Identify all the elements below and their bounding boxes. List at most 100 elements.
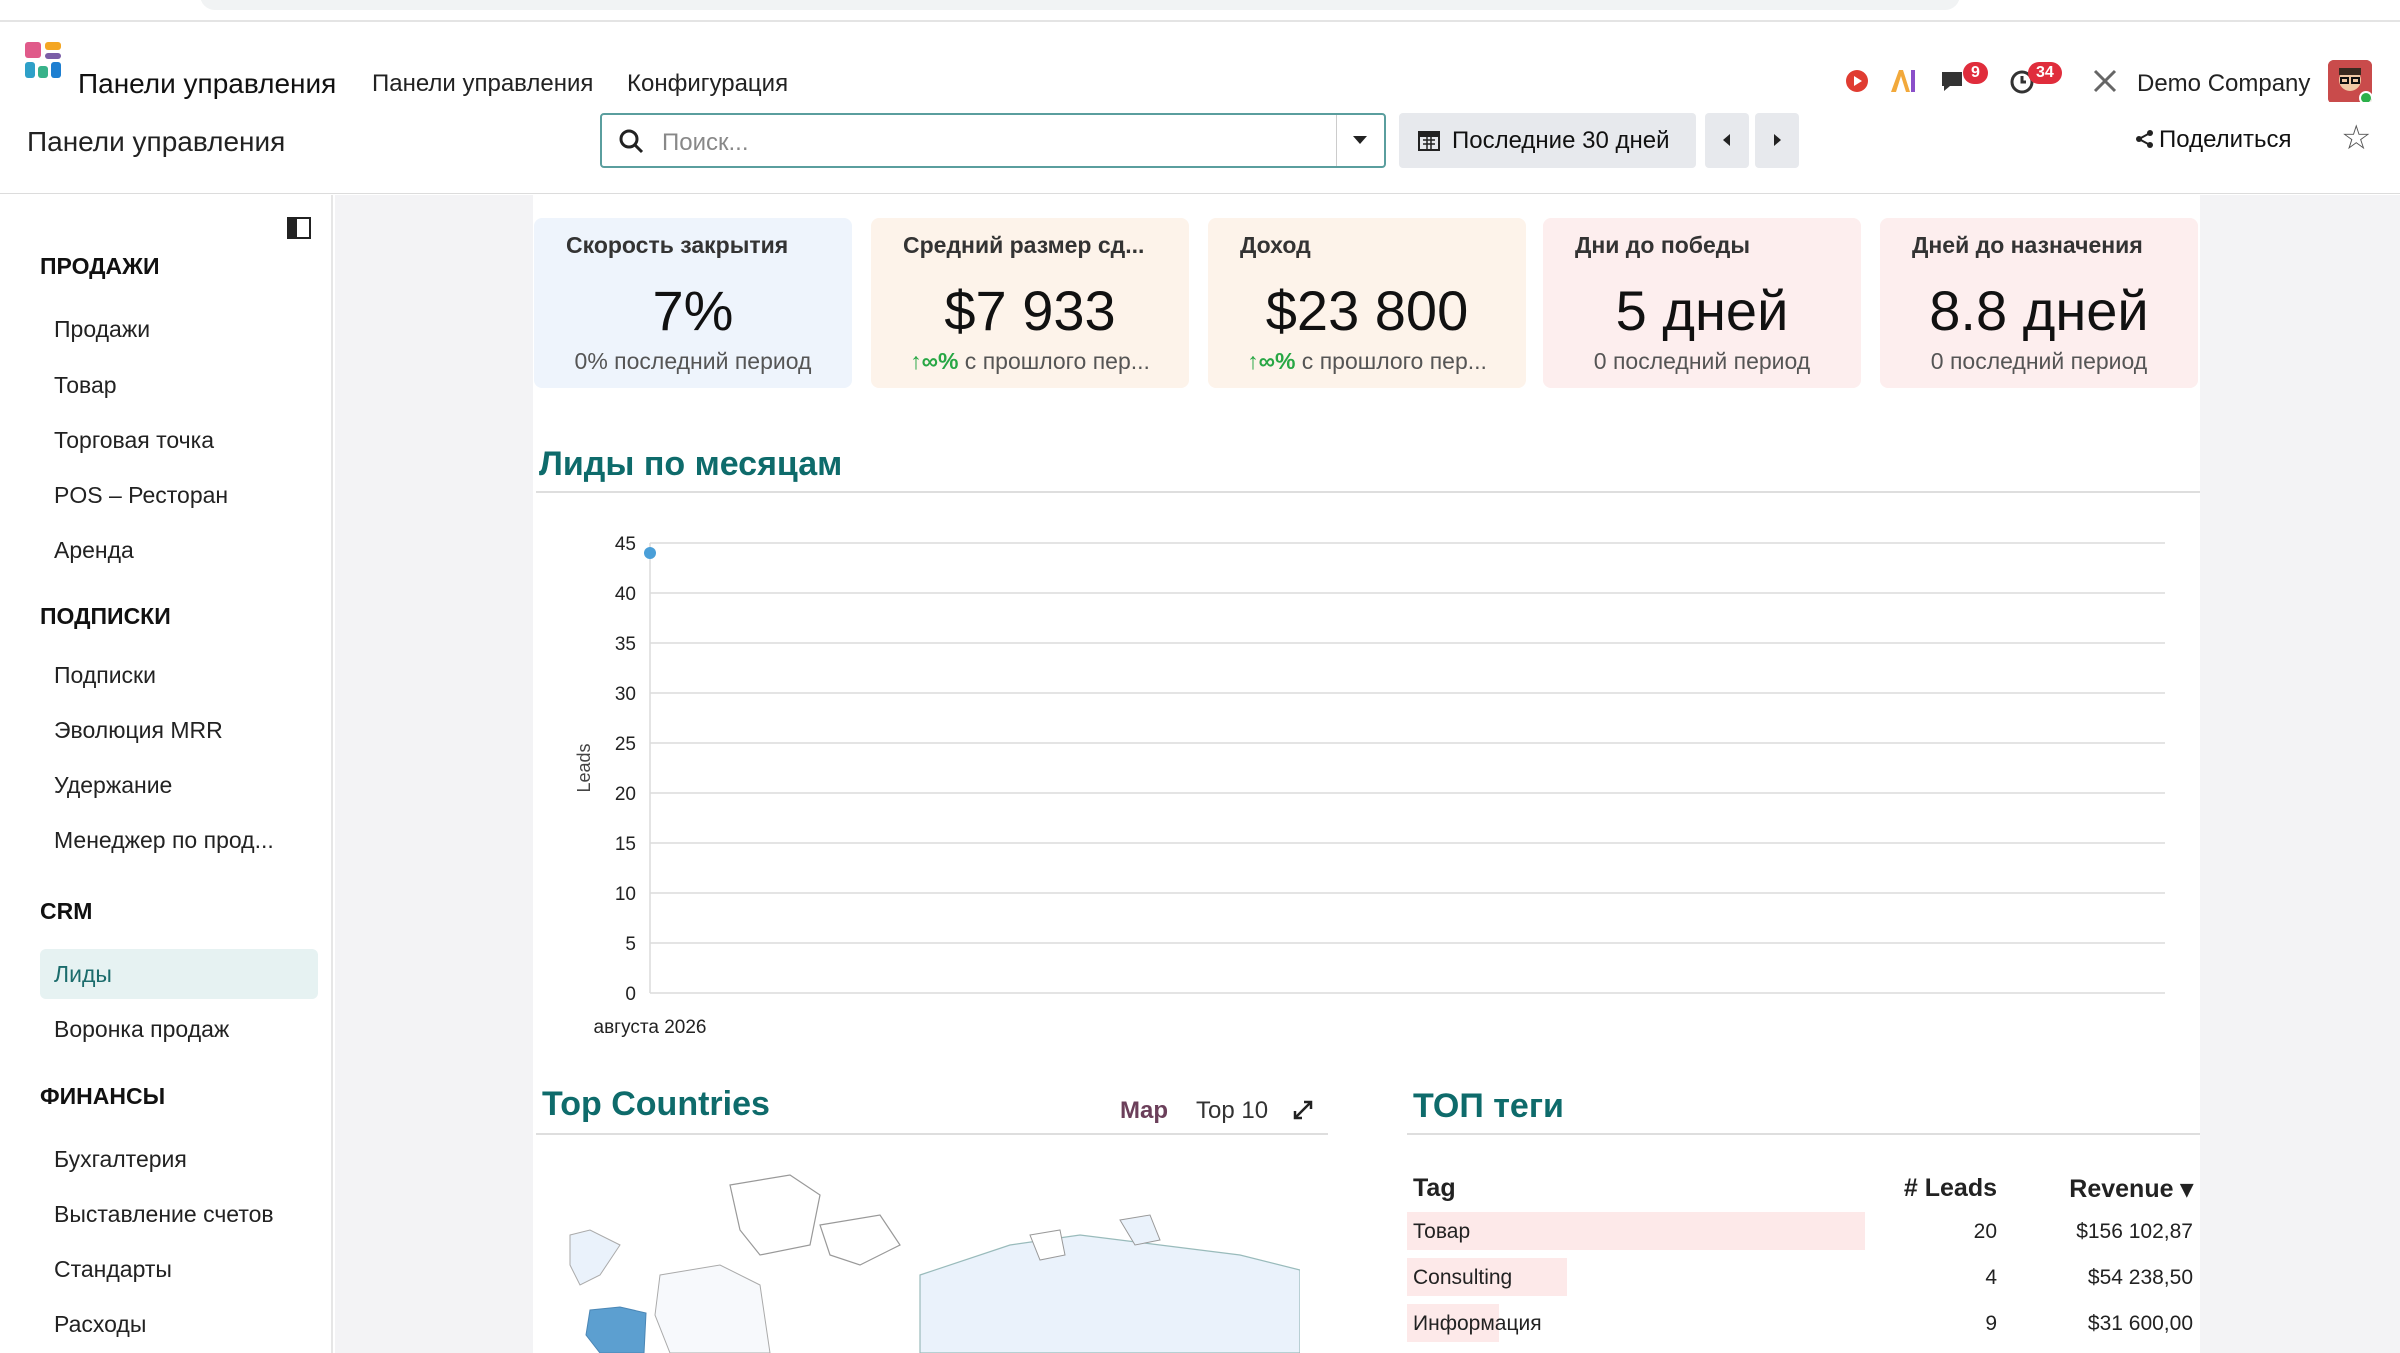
kpi-comparison: 0% последний период xyxy=(574,348,812,374)
menu-configuration[interactable]: Конфигурация xyxy=(627,70,788,98)
kpi-subtitle: 0 последний период xyxy=(1543,348,1861,375)
sidebar-item-pos-restaurant[interactable]: POS – Ресторан xyxy=(40,470,318,520)
row-share-bar xyxy=(1407,1212,1865,1250)
previous-period-button[interactable] xyxy=(1705,113,1749,168)
tag-leads: 4 xyxy=(1985,1266,1997,1289)
date-filter-button[interactable]: Последние 30 дней xyxy=(1399,113,1696,168)
collapse-sidebar-icon[interactable] xyxy=(287,217,311,239)
expand-icon[interactable] xyxy=(1292,1099,1314,1121)
sidebar-item-invoicing[interactable]: Выставление счетов xyxy=(40,1189,318,1239)
table-row[interactable]: Информация 9 $31 600,00 xyxy=(1407,1300,2197,1346)
map-toggle[interactable]: Map xyxy=(1120,1097,1168,1125)
y-tick-label: 30 xyxy=(615,684,636,705)
favorite-star-icon[interactable]: ☆ xyxy=(2341,118,2371,158)
sidebar-item-sales[interactable]: Продажи xyxy=(40,304,318,354)
kpi-comparison: 0 последний период xyxy=(1593,348,1811,374)
data-point[interactable] xyxy=(644,547,656,559)
y-axis-label: Leads xyxy=(574,743,594,792)
tag-revenue: $54 238,50 xyxy=(2087,1266,2193,1289)
company-switcher[interactable]: Demo Company xyxy=(2137,70,2310,98)
countries-title: Top Countries xyxy=(542,1085,770,1123)
kpi-card[interactable]: Средний размер сд... $7 933 ↑∞% с прошло… xyxy=(871,218,1189,388)
top-navbar: Панели управления Панели управления Конф… xyxy=(0,22,2400,104)
sidebar-item-expenses[interactable]: Расходы xyxy=(40,1299,318,1349)
calendar-icon xyxy=(1418,131,1440,151)
top10-toggle[interactable]: Top 10 xyxy=(1196,1097,1268,1125)
tag-revenue: $31 600,00 xyxy=(2087,1312,2193,1335)
tag-name: Товар xyxy=(1413,1220,1471,1243)
kpi-title: Доход xyxy=(1240,232,1311,258)
activity-badge: 34 xyxy=(2028,62,2062,84)
sidebar-item-subscriptions[interactable]: Подписки xyxy=(40,650,318,700)
sidebar-item-pipeline[interactable]: Воронка продаж xyxy=(40,1004,318,1054)
page-title: Панели управления xyxy=(27,126,286,157)
tag-name: Информация xyxy=(1413,1312,1542,1335)
kpi-comparison: с прошлого пер... xyxy=(1295,348,1487,374)
kpi-subtitle: ↑∞% с прошлого пер... xyxy=(1208,348,1526,375)
caret-right-icon xyxy=(1774,134,1781,146)
section-divider xyxy=(1407,1133,2200,1135)
kpi-value: $7 933 xyxy=(944,279,1116,342)
search-input[interactable]: Поиск... xyxy=(600,113,1386,168)
table-row[interactable]: Товар 20 $156 102,87 xyxy=(1407,1208,2197,1254)
kpi-trend: ↑∞% xyxy=(1247,348,1296,374)
sidebar-item-mrr[interactable]: Эволюция MRR xyxy=(40,705,318,755)
kpi-card[interactable]: Дни до победы 5 дней 0 последний период xyxy=(1543,218,1861,388)
leads-line-chart[interactable]: 0 5 10 15 20 25 30 35 40 45 Leads августа 2026 xyxy=(560,515,2200,1055)
sidebar-item-product[interactable]: Товар xyxy=(40,360,318,410)
date-filter-label: Последние 30 дней xyxy=(1452,127,1670,154)
kpi-subtitle: ↑∞% с прошлого пер... xyxy=(871,348,1189,375)
section-finance: ФИНАНСЫ xyxy=(40,1083,166,1109)
kpi-comparison: с прошлого пер... xyxy=(958,348,1150,374)
sidebar-item-rental[interactable]: Аренда xyxy=(40,525,318,575)
kpi-title: Дни до победы xyxy=(1575,232,1751,258)
tags-title: ТОП теги xyxy=(1413,1087,1564,1125)
app-name[interactable]: Панели управления xyxy=(78,68,336,100)
kpi-card[interactable]: Дней до назначения 8.8 дней 0 последний … xyxy=(1880,218,2198,388)
chat-badge: 9 xyxy=(1963,62,1988,84)
kpi-comparison: 0 последний период xyxy=(1930,348,2148,374)
y-tick-label: 5 xyxy=(625,934,636,955)
column-leads[interactable]: # Leads xyxy=(1887,1174,1997,1203)
tools-icon[interactable] xyxy=(2090,66,2120,96)
y-tick-label: 20 xyxy=(615,784,636,805)
kpi-value: 5 дней xyxy=(1615,279,1789,342)
y-tick-label: 15 xyxy=(615,834,636,855)
sidebar-item-sales-manager[interactable]: Менеджер по прод... xyxy=(40,815,318,865)
column-revenue[interactable]: Revenue ▾ xyxy=(2007,1174,2193,1204)
record-icon[interactable] xyxy=(1842,66,1872,96)
tag-revenue: $156 102,87 xyxy=(2076,1220,2193,1243)
browser-chrome xyxy=(0,0,2400,22)
section-divider xyxy=(536,491,2200,493)
sidebar-item-standards[interactable]: Стандарты xyxy=(40,1244,318,1294)
sidebar-item-retention[interactable]: Удержание xyxy=(40,760,318,810)
address-bar[interactable] xyxy=(200,0,1960,10)
kpi-card[interactable]: Скорость закрытия 7% 0% последний период xyxy=(534,218,852,388)
next-period-button[interactable] xyxy=(1755,113,1799,168)
sidebar-item-leads[interactable]: Лиды xyxy=(40,949,318,999)
sidebar-item-accounting[interactable]: Бухгалтерия xyxy=(40,1134,318,1184)
table-row[interactable]: Consulting 4 $54 238,50 xyxy=(1407,1254,2197,1300)
y-tick-label: 25 xyxy=(615,734,636,755)
menu-dashboards[interactable]: Панели управления xyxy=(372,70,593,98)
tag-leads: 20 xyxy=(1973,1220,1997,1243)
app-logo-icon[interactable] xyxy=(25,42,63,80)
user-avatar[interactable] xyxy=(2328,60,2372,104)
search-placeholder: Поиск... xyxy=(662,129,749,156)
kpi-trend: ↑∞% xyxy=(910,348,959,374)
kpi-value: 8.8 дней xyxy=(1929,279,2149,342)
kpi-subtitle: 0 последний период xyxy=(1880,348,2198,375)
kpi-value: 7% xyxy=(652,279,734,342)
caret-down-icon xyxy=(1353,136,1367,144)
share-button[interactable]: Поделиться xyxy=(2135,126,2292,154)
search-options-toggle[interactable] xyxy=(1336,115,1384,166)
ai-icon[interactable] xyxy=(1888,66,1918,96)
column-tag[interactable]: Tag xyxy=(1413,1174,1456,1203)
section-subscriptions: ПОДПИСКИ xyxy=(40,603,171,629)
sidebar-item-pos[interactable]: Торговая точка xyxy=(40,415,318,465)
y-tick-label: 45 xyxy=(615,534,636,555)
y-tick-label: 10 xyxy=(615,884,636,905)
tag-name: Consulting xyxy=(1413,1266,1513,1289)
countries-map[interactable] xyxy=(560,1135,1300,1353)
kpi-card[interactable]: Доход $23 800 ↑∞% с прошлого пер... xyxy=(1208,218,1526,388)
